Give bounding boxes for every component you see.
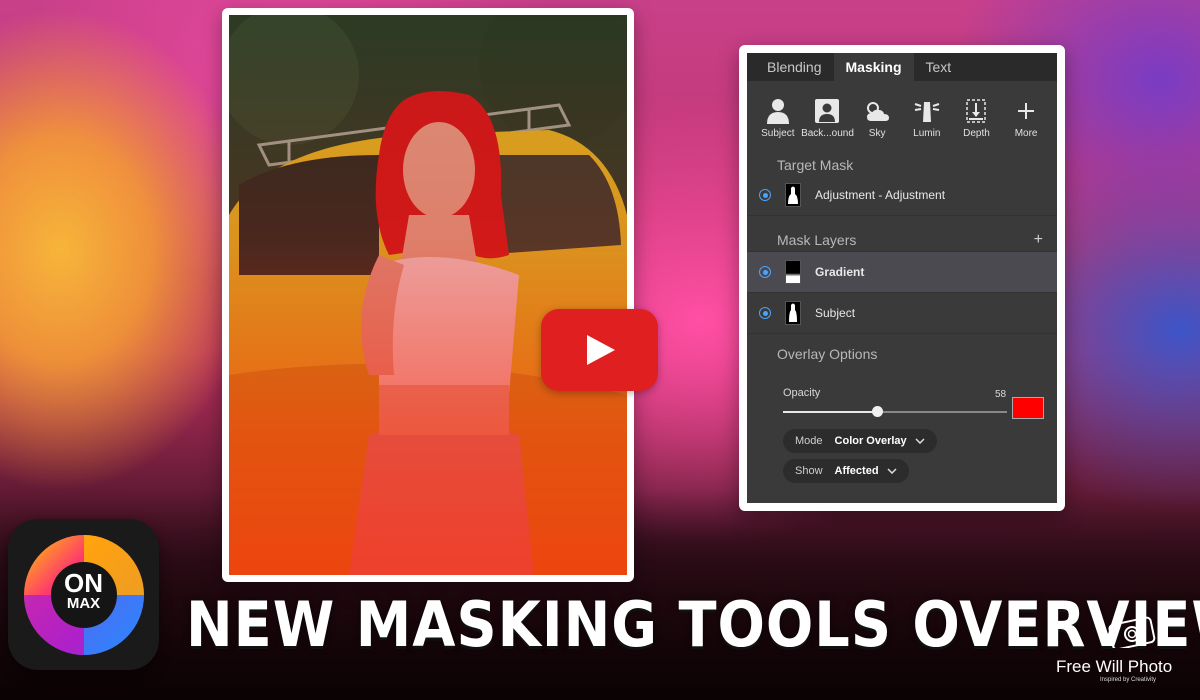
tool-background[interactable]: Back...ound: [801, 97, 854, 139]
person-icon: [763, 97, 793, 125]
tool-sky-label: Sky: [868, 128, 886, 139]
overlay-color-swatch[interactable]: [1012, 397, 1044, 419]
camera-icon: [1108, 612, 1200, 653]
mode-dropdown[interactable]: Mode Color Overlay: [783, 429, 937, 453]
tab-masking[interactable]: Masking: [833, 53, 914, 81]
radio-icon[interactable]: [759, 307, 771, 319]
add-mask-layer-button[interactable]: +: [1034, 231, 1043, 249]
tool-lumin[interactable]: Lumin: [903, 97, 951, 139]
radio-icon[interactable]: [759, 266, 771, 278]
subject-thumbnail: [785, 301, 801, 325]
mask-tools: Subject Back...ound Sky Lumin Depth More: [747, 81, 1057, 147]
portrait-icon: [812, 97, 842, 125]
logo-text-bottom: MAX: [66, 595, 101, 612]
tab-text[interactable]: Text: [914, 53, 964, 81]
opacity-value: 58: [995, 389, 1007, 400]
plus-icon: [1011, 97, 1041, 125]
mask-layer-subject-label: Subject: [815, 306, 856, 320]
tool-depth[interactable]: Depth: [952, 97, 1000, 139]
masking-panel-frame: Blending Masking Text Subject Back...oun…: [739, 45, 1065, 511]
on1-max-logo: ON MAX: [8, 519, 159, 670]
overlay-options-title: Overlay Options: [747, 333, 1057, 373]
photo-card: [222, 8, 634, 582]
cloud-sun-icon: [862, 97, 892, 125]
panel-tabs: Blending Masking Text: [747, 53, 1057, 81]
logo-text: ON MAX: [8, 568, 159, 613]
chevron-down-icon: [887, 466, 897, 476]
mask-layer-subject[interactable]: Subject: [747, 292, 1057, 333]
watermark-tagline: Inspired by Creativity: [1100, 677, 1157, 683]
opacity-control: Opacity 58: [747, 379, 1057, 423]
opacity-slider-knob[interactable]: [872, 406, 884, 417]
tool-more[interactable]: More: [1002, 97, 1050, 139]
show-label: Show: [795, 465, 823, 477]
target-mask-title: Target Mask: [777, 157, 854, 173]
mode-label: Mode: [795, 435, 823, 447]
depth-icon: [961, 97, 991, 125]
tool-lumin-label: Lumin: [913, 128, 941, 139]
watermark: Free Will Photo Inspired by Creativity: [1056, 612, 1200, 683]
mask-layer-gradient-label: Gradient: [815, 265, 865, 279]
tool-background-label: Back...ound: [801, 128, 854, 139]
chevron-down-icon: [915, 436, 925, 446]
mask-layer-gradient[interactable]: Gradient: [747, 251, 1057, 292]
headline: NEW MASKING TOOLS OVERVIEW: [186, 588, 1200, 661]
opacity-slider[interactable]: [783, 406, 1007, 417]
tab-blending[interactable]: Blending: [755, 53, 834, 81]
opacity-label: Opacity: [783, 387, 821, 399]
tool-subject-label: Subject: [761, 128, 795, 139]
masked-photo: [229, 15, 627, 575]
target-mask-label: Adjustment - Adjustment: [815, 188, 946, 202]
play-button[interactable]: [541, 309, 658, 391]
tool-sky[interactable]: Sky: [853, 97, 901, 139]
tool-subject[interactable]: Subject: [754, 97, 802, 139]
radio-icon[interactable]: [759, 189, 771, 201]
mode-value: Color Overlay: [834, 435, 907, 447]
show-value: Affected: [834, 465, 879, 477]
opacity-slider-fill: [783, 411, 878, 413]
logo-text-top: ON: [64, 568, 103, 598]
lighthouse-icon: [912, 97, 942, 125]
play-icon: [586, 335, 615, 365]
mask-layers-title: Mask Layers: [777, 231, 857, 248]
color-overlay: [229, 15, 627, 575]
tool-depth-label: Depth: [963, 128, 990, 139]
watermark-name: Free Will Photo: [1056, 657, 1173, 676]
gradient-thumbnail: [785, 260, 801, 284]
show-dropdown[interactable]: Show Affected: [783, 459, 909, 483]
mask-thumbnail: [785, 183, 801, 207]
masking-panel: Blending Masking Text Subject Back...oun…: [747, 53, 1057, 503]
tool-more-label: More: [1014, 128, 1038, 139]
mask-layers-header: Mask Layers +: [747, 215, 1057, 251]
target-mask-item[interactable]: Adjustment - Adjustment: [747, 175, 1057, 215]
